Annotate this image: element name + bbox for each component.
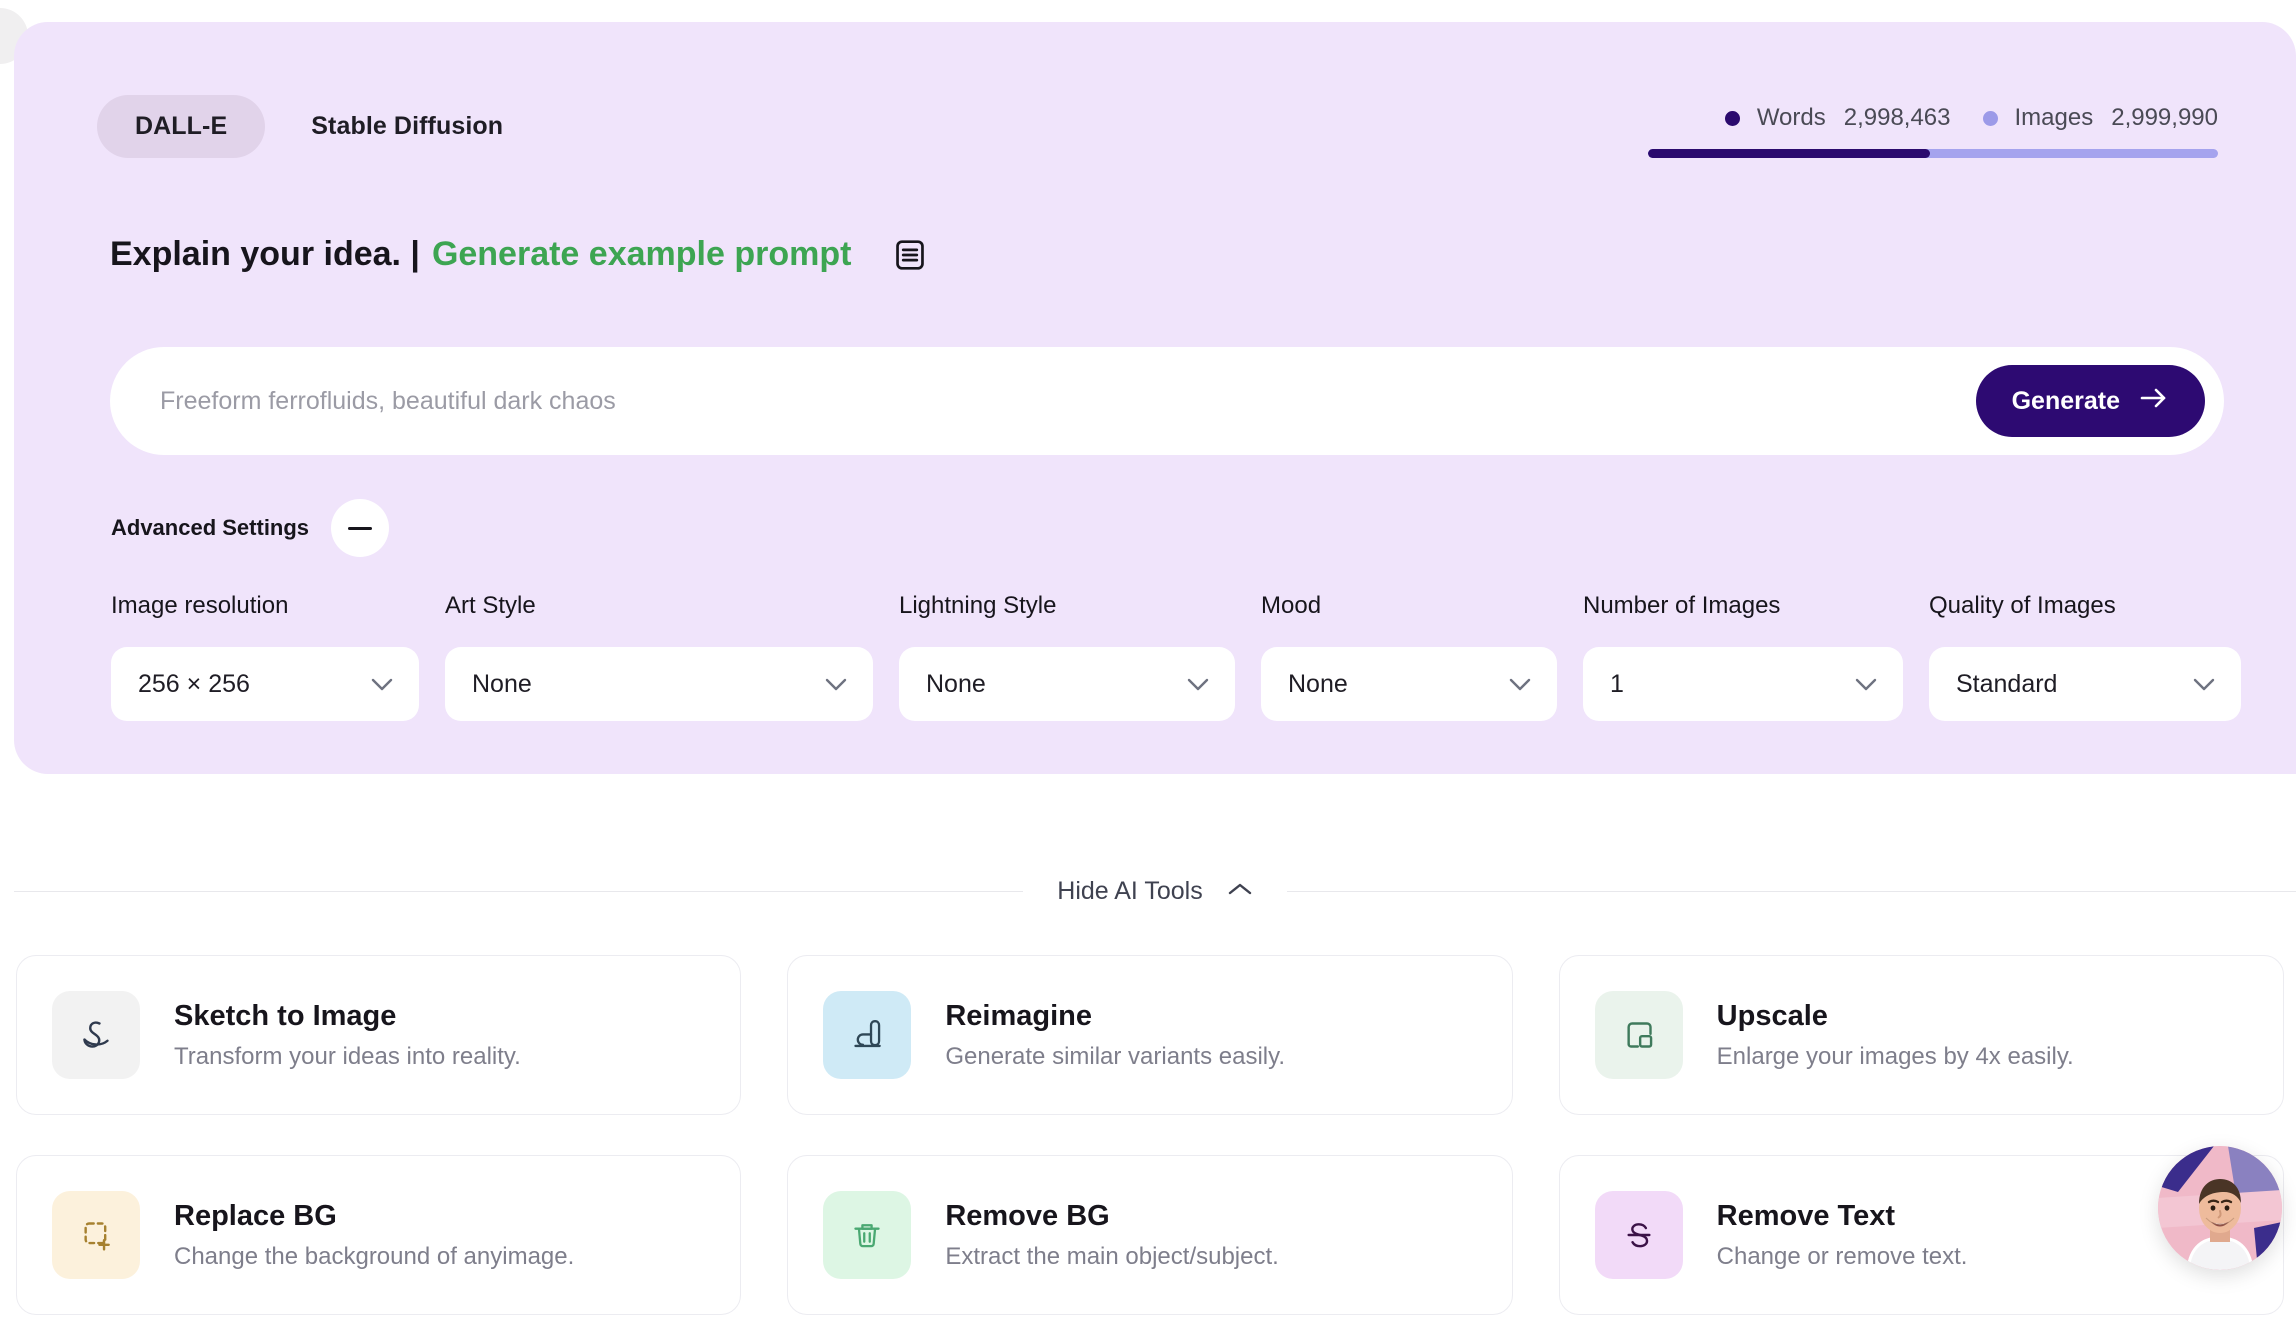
hide-ai-tools-toggle[interactable]: Hide AI Tools [1023, 877, 1286, 906]
words-value: 2,998,463 [1843, 104, 1951, 131]
tool-description: Change or remove text. [1716, 1242, 1968, 1270]
images-label: Images [2014, 104, 2094, 131]
art-style-select[interactable]: None [445, 647, 873, 721]
setting-image-resolution: Image resolution 256 × 256 [111, 592, 419, 721]
usage-meter: Words 2,998,463 Images 2,999,990 [1648, 104, 2218, 158]
generate-button[interactable]: Generate [1975, 365, 2205, 437]
advanced-settings-row: Advanced Settings [111, 499, 390, 557]
model-tab-label: DALL-E [135, 112, 228, 140]
tool-description: Generate similar variants easily. [945, 1042, 1286, 1070]
tool-text: Sketch to Image Transform your ideas int… [174, 1000, 521, 1071]
tool-description: Extract the main object/subject. [945, 1242, 1279, 1270]
usage-progress-fill [1648, 149, 1931, 158]
page-title: Explain your idea. | [110, 235, 420, 273]
setting-quality-of-images: Quality of Images Standard [1929, 592, 2241, 721]
ai-tools-grid: Sketch to Image Transform your ideas int… [16, 955, 2284, 1315]
tool-title: Upscale [1716, 999, 1828, 1032]
setting-label: Mood [1261, 592, 1322, 619]
chevron-down-icon [1855, 678, 1877, 691]
usage-progress-bar [1648, 149, 2218, 158]
prompt-input-container: Generate [110, 347, 2224, 455]
headline: Explain your idea. | Generate example pr… [110, 235, 927, 274]
setting-mood: Mood None [1261, 592, 1557, 721]
setting-value: Standard [1956, 669, 2058, 698]
tool-title: Remove BG [945, 1199, 1110, 1232]
model-tab-stable-diffusion[interactable]: Stable Diffusion [273, 95, 541, 158]
app-root: DALL-E Stable Diffusion Words 2,998,463 … [0, 0, 2296, 1338]
chevron-down-icon [1187, 678, 1209, 691]
tool-text: Reimagine Generate similar variants easi… [945, 1000, 1285, 1071]
tool-card-replace-bg[interactable]: Replace BG Change the background of anyi… [16, 1155, 742, 1315]
setting-value: 1 [1610, 669, 1624, 698]
model-tab-bar: DALL-E Stable Diffusion [97, 95, 541, 158]
tool-card-sketch-to-image[interactable]: Sketch to Image Transform your ideas int… [16, 955, 742, 1115]
tool-card-reimagine[interactable]: Reimagine Generate similar variants easi… [787, 955, 1513, 1115]
minus-icon [348, 526, 373, 530]
tool-card-upscale[interactable]: Upscale Enlarge your images by 4x easily… [1558, 955, 2284, 1115]
images-dot-icon [1982, 110, 1998, 126]
dashed-box-plus-icon [52, 1191, 140, 1279]
setting-value: None [926, 669, 986, 698]
words-label: Words [1756, 104, 1826, 131]
support-agent-avatar [2158, 1146, 2282, 1270]
lightning-style-select[interactable]: None [899, 647, 1235, 721]
chevron-down-icon [1509, 678, 1531, 691]
image-generator-panel: DALL-E Stable Diffusion Words 2,998,463 … [14, 22, 2296, 774]
chevron-down-icon [371, 678, 393, 691]
words-dot-icon [1724, 110, 1740, 126]
tool-title: Sketch to Image [174, 999, 397, 1032]
prompt-list-icon[interactable] [893, 238, 927, 272]
arrow-right-icon [2139, 386, 2169, 417]
setting-label: Art Style [445, 592, 536, 619]
divider-line-right [1286, 891, 2296, 892]
tool-card-remove-bg[interactable]: Remove BG Extract the main object/subjec… [787, 1155, 1513, 1315]
setting-value: 256 × 256 [138, 669, 250, 698]
mood-select[interactable]: None [1261, 647, 1557, 721]
tool-text: Replace BG Change the background of anyi… [174, 1200, 574, 1271]
hide-ai-tools-label: Hide AI Tools [1057, 877, 1203, 905]
chevron-down-icon [825, 678, 847, 691]
setting-value: None [1288, 669, 1348, 698]
scribble-icon [52, 991, 140, 1079]
advanced-settings-toggle-button[interactable] [331, 499, 390, 557]
model-tab-dall-e[interactable]: DALL-E [97, 95, 266, 158]
tool-text: Upscale Enlarge your images by 4x easily… [1717, 1000, 2074, 1071]
advanced-settings-label: Advanced Settings [111, 515, 310, 540]
tool-description: Transform your ideas into reality. [174, 1042, 521, 1070]
tool-title: Replace BG [174, 1199, 337, 1232]
setting-number-of-images: Number of Images 1 [1583, 592, 1903, 721]
strikethrough-s-icon [1594, 1191, 1683, 1279]
number-of-images-select[interactable]: 1 [1583, 647, 1903, 721]
pen-tool-icon [823, 991, 912, 1079]
setting-lightning-style: Lightning Style None [899, 592, 1235, 721]
chevron-down-icon [2193, 678, 2215, 691]
setting-label: Image resolution [111, 592, 289, 619]
advanced-settings-grid: Image resolution 256 × 256 Art Style Non… [111, 592, 2241, 721]
ai-tools-divider: Hide AI Tools [14, 877, 2296, 906]
images-value: 2,999,990 [2111, 104, 2218, 131]
tool-text: Remove Text Change or remove text. [1717, 1200, 1968, 1271]
tool-title: Reimagine [945, 999, 1092, 1032]
image-resolution-select[interactable]: 256 × 256 [111, 647, 419, 721]
setting-label: Quality of Images [1929, 592, 2116, 619]
trash-icon [823, 1191, 912, 1279]
tool-description: Change the background of anyimage. [174, 1242, 575, 1270]
setting-label: Number of Images [1583, 592, 1781, 619]
support-chat-avatar-button[interactable] [2158, 1146, 2282, 1270]
upscale-frames-icon [1594, 991, 1683, 1079]
chevron-up-icon [1227, 882, 1253, 902]
usage-legend: Words 2,998,463 Images 2,999,990 [1648, 104, 2218, 132]
model-tab-label: Stable Diffusion [311, 112, 504, 140]
setting-value: None [472, 669, 532, 698]
tool-title: Remove Text [1716, 1199, 1896, 1232]
quality-of-images-select[interactable]: Standard [1929, 647, 2241, 721]
setting-art-style: Art Style None [445, 592, 873, 721]
tool-description: Enlarge your images by 4x easily. [1716, 1042, 2074, 1070]
tool-text: Remove BG Extract the main object/subjec… [945, 1200, 1279, 1271]
prompt-input[interactable] [160, 347, 1976, 455]
generate-example-prompt-link[interactable]: Generate example prompt [432, 235, 851, 274]
divider-line-left [14, 891, 1024, 892]
setting-label: Lightning Style [899, 592, 1057, 619]
generate-button-label: Generate [2011, 386, 2120, 415]
